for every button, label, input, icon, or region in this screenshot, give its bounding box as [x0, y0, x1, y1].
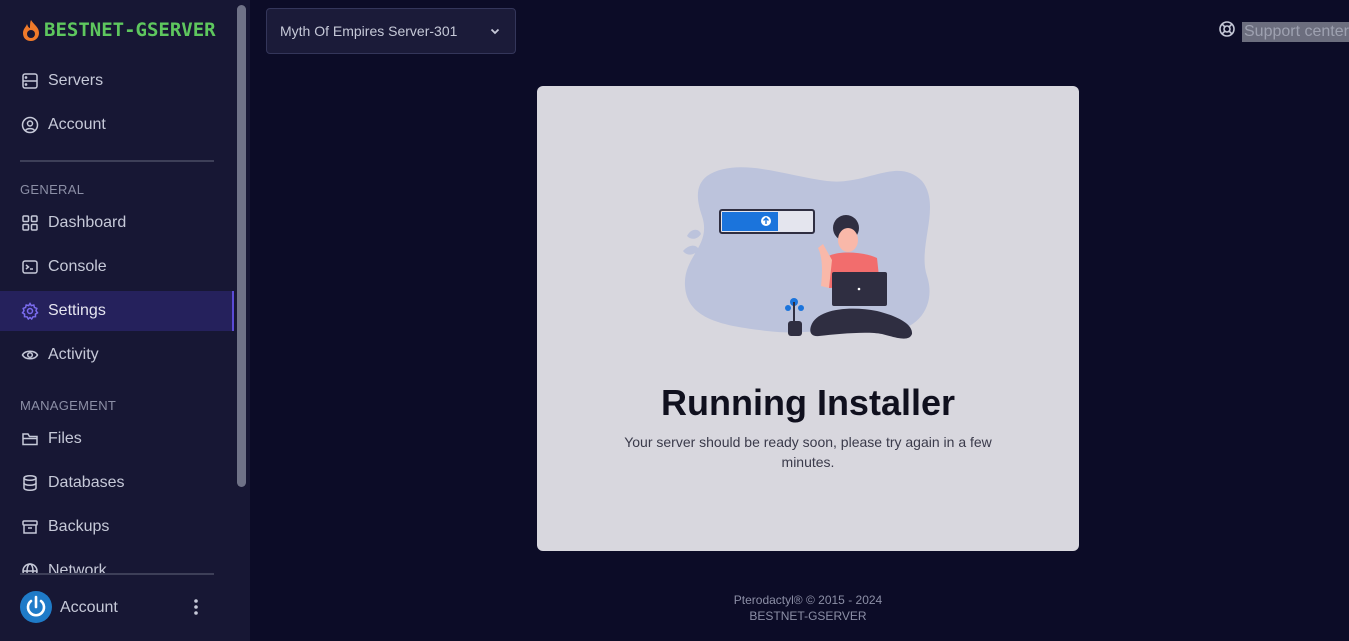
- sidebar-item-servers[interactable]: Servers: [0, 61, 234, 101]
- sidebar-item-activity[interactable]: Activity: [0, 335, 234, 375]
- support-center-label: Support center: [1242, 21, 1349, 42]
- sidebar-item-files[interactable]: Files: [0, 419, 234, 459]
- lifebuoy-icon: [1218, 20, 1236, 43]
- chevron-down-icon: [489, 24, 501, 40]
- sidebar-item-databases[interactable]: Databases: [0, 463, 234, 503]
- card-message: Your server should be ready soon, please…: [624, 434, 992, 470]
- sidebar-item-label: Network: [48, 562, 107, 573]
- sidebar-item-label: Activity: [48, 346, 99, 363]
- flame-icon: [23, 20, 39, 41]
- sidebar-item-label: Dashboard: [48, 214, 127, 231]
- sidebar-item-settings[interactable]: Settings: [0, 291, 234, 331]
- footer-copyright: Pterodactyl® © 2015 - 2024: [733, 593, 883, 607]
- account-label[interactable]: Account: [60, 599, 118, 617]
- support-center-link[interactable]: Support center: [1218, 20, 1349, 43]
- more-options-icon[interactable]: [189, 598, 203, 616]
- gear-icon: [20, 301, 40, 321]
- power-icon: [22, 593, 50, 621]
- installer-card: Running Installer Your server should be …: [537, 86, 1079, 551]
- server-icon: [20, 71, 40, 91]
- section-heading-general: GENERAL: [20, 182, 85, 197]
- sidebar-item-label: Files: [48, 430, 82, 447]
- sidebar-item-account[interactable]: Account: [0, 105, 234, 145]
- account-divider: [20, 573, 214, 575]
- sidebar-divider: [20, 160, 214, 162]
- brand-name: BESTNET-GSERVER: [44, 19, 216, 41]
- globe-icon: [20, 561, 40, 573]
- eye-icon: [20, 345, 40, 365]
- sidebar-item-network[interactable]: Network: [0, 551, 234, 573]
- sidebar-scrollbar[interactable]: [237, 5, 246, 487]
- sidebar-item-backups[interactable]: Backups: [0, 507, 234, 547]
- sidebar-item-label: Backups: [48, 518, 110, 535]
- card-title: Running Installer: [660, 382, 955, 423]
- page-footer: Pterodactyl® © 2015 - 2024 BESTNET-GSERV…: [658, 592, 958, 624]
- brand-logo[interactable]: BESTNET-GSERVER: [20, 18, 216, 42]
- server-selector[interactable]: Myth Of Empires Server-301: [266, 8, 516, 54]
- avatar[interactable]: [20, 591, 52, 623]
- sidebar-item-label: Settings: [48, 302, 106, 319]
- sidebar-item-label: Databases: [48, 474, 125, 491]
- archive-icon: [20, 517, 40, 537]
- account-footer: Account: [0, 573, 234, 641]
- sidebar-item-label: Account: [48, 116, 106, 133]
- section-heading-management: MANAGEMENT: [20, 398, 117, 413]
- sidebar-clip: Network: [0, 551, 234, 573]
- user-circle-icon: [20, 115, 40, 135]
- grid-icon: [20, 213, 40, 233]
- database-icon: [20, 473, 40, 493]
- sidebar: BESTNET-GSERVER Servers Account GENERAL …: [0, 0, 250, 641]
- sidebar-item-label: Servers: [48, 72, 104, 89]
- folder-icon: [20, 429, 40, 449]
- footer-brand: BESTNET-GSERVER: [749, 609, 867, 623]
- installer-illustration: [683, 167, 931, 339]
- sidebar-item-console[interactable]: Console: [0, 247, 234, 287]
- terminal-icon: [20, 257, 40, 277]
- sidebar-item-label: Console: [48, 258, 107, 275]
- sidebar-item-dashboard[interactable]: Dashboard: [0, 203, 234, 243]
- server-selector-value: Myth Of Empires Server-301: [280, 23, 458, 39]
